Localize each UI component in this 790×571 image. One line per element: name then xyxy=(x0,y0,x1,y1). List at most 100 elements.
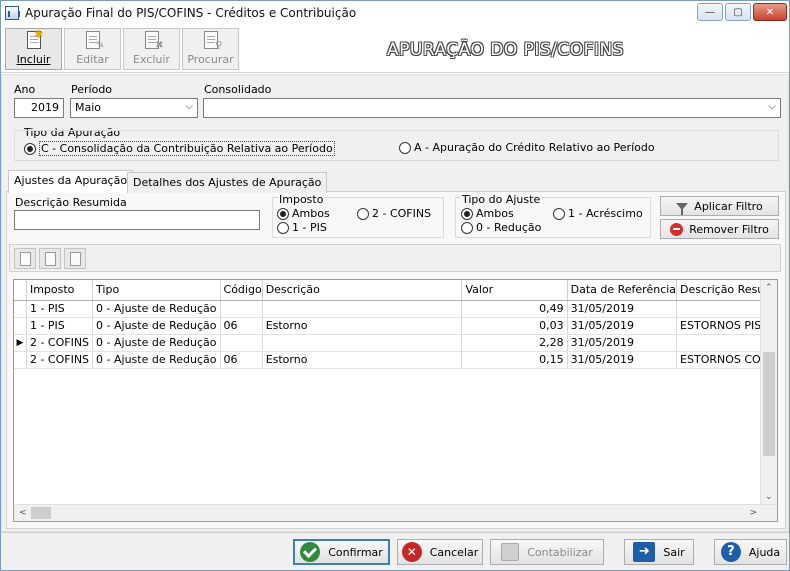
cell-data-referencia: 31/05/2019 xyxy=(567,317,678,335)
column-header[interactable]: Tipo xyxy=(92,280,221,301)
procurar-button[interactable]: ⚲ Procurar xyxy=(182,28,239,70)
cell-descricao: Estorno xyxy=(262,317,463,335)
window-title: Apuração Final do PIS/COFINS - Créditos … xyxy=(25,6,357,20)
sair-button[interactable]: ➜ Sair xyxy=(624,539,694,565)
exit-icon: ➜ xyxy=(633,542,656,562)
tipo-acrescimo-label: 1 - Acréscimo xyxy=(568,207,643,220)
cell-codigo: 06 xyxy=(220,317,263,335)
procurar-label: Procurar xyxy=(187,53,234,66)
cell-tipo: 0 - Ajuste de Redução xyxy=(92,334,221,352)
cell-codigo xyxy=(220,300,263,318)
incluir-label: Incluir xyxy=(16,53,51,66)
remover-filtro-button[interactable]: Remover Filtro xyxy=(660,219,779,239)
check-icon xyxy=(300,542,321,562)
chevron-down-icon: ⌵ xyxy=(768,101,776,112)
table-row[interactable]: 1 - PIS 0 - Ajuste de Redução 06 Estorno… xyxy=(14,317,777,335)
editar-button[interactable]: ✎ Editar xyxy=(64,28,121,70)
delete-document-icon: ✖ xyxy=(142,29,164,51)
consolidado-select[interactable]: ⌵ xyxy=(203,98,781,118)
radio-selected-icon xyxy=(277,207,289,220)
cell-descricao xyxy=(262,300,463,318)
minimize-button[interactable]: — xyxy=(697,3,723,21)
cancelar-button[interactable]: ✕ Cancelar xyxy=(397,539,483,565)
cell-valor: 0,15 xyxy=(461,351,568,369)
tipo-reducao-label: 0 - Redução xyxy=(476,221,542,234)
ano-field[interactable]: 2019 xyxy=(14,98,64,118)
main-window: Apuração Final do PIS/COFINS - Créditos … xyxy=(0,0,790,571)
scroll-down-icon[interactable]: ⌄ xyxy=(765,492,773,502)
imposto-pis-radio[interactable]: 1 - PIS xyxy=(277,221,327,234)
page-title: APURAÇÃO DO PIS/COFINS xyxy=(387,40,624,60)
table-row[interactable]: 2 - COFINS 0 - Ajuste de Redução 06 Esto… xyxy=(14,351,777,369)
excluir-button[interactable]: ✖ Excluir xyxy=(123,28,180,70)
aplicar-filtro-button[interactable]: Aplicar Filtro xyxy=(660,196,779,216)
edit-document-icon: ✎ xyxy=(83,29,105,51)
imposto-cofins-radio[interactable]: 2 - COFINS xyxy=(357,207,431,220)
tipo-ambos-radio[interactable]: Ambos xyxy=(461,207,514,220)
cell-imposto: 2 - COFINS xyxy=(26,334,94,352)
tipo-a-radio[interactable]: A - Apuração do Crédito Relativo ao Perí… xyxy=(399,141,655,154)
column-header[interactable]: Descrição xyxy=(262,280,463,301)
delete-row-button[interactable] xyxy=(64,248,86,269)
new-document-icon xyxy=(19,251,31,266)
cell-valor: 0,03 xyxy=(461,317,568,335)
table-row-current[interactable]: ▶ 2 - COFINS 0 - Ajuste de Redução 2,28 … xyxy=(14,334,777,352)
vertical-scrollbar[interactable]: ⌃ ⌄ xyxy=(760,280,777,504)
imposto-cofins-label: 2 - COFINS xyxy=(372,207,432,220)
chevron-down-icon: ⌵ xyxy=(185,101,193,112)
descricao-resumida-field[interactable] xyxy=(14,210,260,230)
row-indicator xyxy=(14,300,27,318)
scroll-left-icon[interactable]: < xyxy=(19,508,27,518)
title-bar: Apuração Final do PIS/COFINS - Créditos … xyxy=(1,1,789,25)
cell-imposto: 2 - COFINS xyxy=(26,351,94,369)
horizontal-scrollbar[interactable]: < > xyxy=(14,504,777,521)
cell-data-referencia: 31/05/2019 xyxy=(567,351,678,369)
remover-filtro-label: Remover Filtro xyxy=(689,222,769,236)
imposto-ambos-label: Ambos xyxy=(292,207,330,220)
current-row-icon: ▶ xyxy=(14,334,27,352)
tab-detalhes-ajustes[interactable]: Detalhes dos Ajustes de Apuração xyxy=(127,172,328,193)
cell-tipo: 0 - Ajuste de Redução xyxy=(92,317,221,335)
delete-document-icon xyxy=(69,251,81,266)
column-header[interactable]: Valor xyxy=(461,280,568,301)
periodo-value: Maio xyxy=(75,101,102,114)
edit-row-button[interactable] xyxy=(39,248,61,269)
imposto-ambos-radio[interactable]: Ambos xyxy=(277,207,330,220)
scroll-right-icon[interactable]: > xyxy=(749,508,757,518)
cancel-icon: ✕ xyxy=(401,542,422,562)
cell-imposto: 1 - PIS xyxy=(26,317,94,335)
tipo-c-radio[interactable]: C - Consolidação da Contribuição Relativ… xyxy=(24,141,335,156)
periodo-select[interactable]: Maio ⌵ xyxy=(70,98,198,118)
calculator-icon xyxy=(501,543,520,561)
incluir-button[interactable]: ✱ Incluir xyxy=(5,28,62,70)
excluir-label: Excluir xyxy=(133,53,170,66)
filter-icon xyxy=(676,202,689,215)
scroll-up-icon[interactable]: ⌃ xyxy=(765,283,773,293)
grid-header-row: Imposto Tipo Código Descrição Valor Data… xyxy=(14,280,777,301)
confirmar-button[interactable]: Confirmar xyxy=(293,539,390,565)
imposto-pis-label: 1 - PIS xyxy=(292,221,327,234)
tab-ajustes-apuracao[interactable]: Ajustes da Apuração xyxy=(8,170,134,193)
add-row-button[interactable] xyxy=(14,248,36,269)
ajuda-button[interactable]: ? Ajuda xyxy=(714,539,787,565)
contabilizar-button[interactable]: Contabilizar xyxy=(490,539,604,565)
ajustes-grid: Imposto Tipo Código Descrição Valor Data… xyxy=(13,279,778,522)
cell-valor: 2,28 xyxy=(461,334,568,352)
table-row[interactable]: 1 - PIS 0 - Ajuste de Redução 0,49 31/05… xyxy=(14,300,777,318)
column-header[interactable]: Imposto xyxy=(26,280,94,301)
radio-selected-icon xyxy=(461,207,473,220)
periodo-label: Período xyxy=(71,83,113,96)
descricao-resumida-label: Descrição Resumida xyxy=(15,196,127,209)
horizontal-scroll-thumb[interactable] xyxy=(31,507,51,519)
tipo-reducao-radio[interactable]: 0 - Redução xyxy=(461,221,541,234)
column-header[interactable]: Data de Referência xyxy=(567,280,678,301)
column-header[interactable]: Código xyxy=(220,280,263,301)
vertical-scroll-thumb[interactable] xyxy=(763,352,775,456)
radio-unselected-icon xyxy=(399,141,411,154)
tipo-acrescimo-radio[interactable]: 1 - Acréscimo xyxy=(553,207,643,220)
radio-selected-icon xyxy=(24,142,36,155)
ajustes-table: Imposto Tipo Código Descrição Valor Data… xyxy=(14,280,777,369)
close-button[interactable]: ✕ xyxy=(753,3,787,21)
maximize-button[interactable]: ▢ xyxy=(725,3,751,21)
radio-unselected-icon xyxy=(357,207,369,220)
